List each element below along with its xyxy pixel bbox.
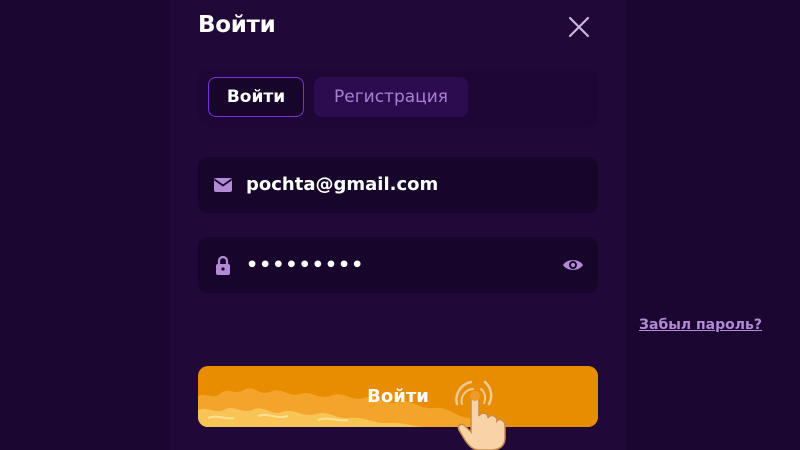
submit-label: Войти: [367, 386, 429, 407]
modal-title: Войти: [198, 12, 276, 38]
envelope-icon: [212, 174, 234, 196]
tap-hand-icon: [447, 374, 511, 450]
auth-tabs: Войти Регистрация: [198, 67, 598, 127]
tab-login[interactable]: Войти: [208, 77, 304, 117]
close-icon[interactable]: [566, 14, 592, 40]
password-value: •••••••••: [246, 254, 365, 276]
forgot-password-link[interactable]: Забыл пароль?: [639, 317, 762, 333]
tab-register[interactable]: Регистрация: [314, 77, 468, 117]
email-field[interactable]: pochta@gmail.com: [198, 157, 598, 213]
eye-icon[interactable]: [562, 254, 584, 276]
login-submit-button[interactable]: Войти: [198, 366, 598, 427]
email-value: pochta@gmail.com: [246, 174, 439, 195]
lock-icon: [212, 254, 234, 276]
password-field[interactable]: •••••••••: [198, 237, 598, 293]
